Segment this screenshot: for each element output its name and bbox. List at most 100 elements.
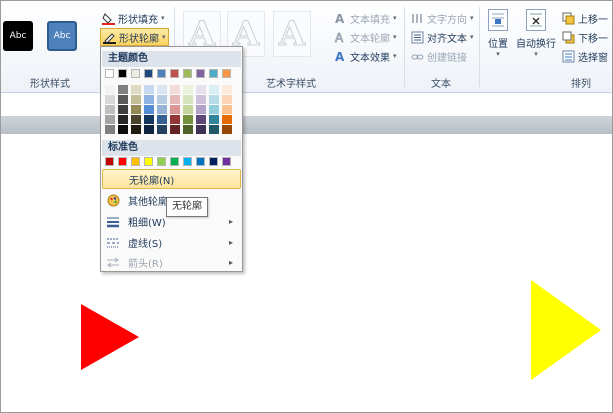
- yellow-triangle-shape[interactable]: [531, 280, 601, 380]
- wrap-text-button[interactable]: 自动换行 ▾: [516, 9, 556, 58]
- theme-shade-swatch[interactable]: [157, 115, 167, 124]
- theme-shade-swatch[interactable]: [209, 85, 219, 94]
- arrows-item[interactable]: 箭头(R) ▸: [102, 252, 241, 272]
- standard-color-swatch[interactable]: [183, 157, 192, 166]
- theme-shade-swatch[interactable]: [196, 115, 206, 124]
- theme-shade-swatch[interactable]: [144, 105, 154, 114]
- text-outline-icon: A: [334, 30, 347, 45]
- theme-shade-swatch[interactable]: [222, 85, 232, 94]
- red-triangle-shape[interactable]: [81, 304, 139, 370]
- theme-shade-swatch[interactable]: [157, 85, 167, 94]
- theme-shade-swatch[interactable]: [196, 105, 206, 114]
- theme-shade-swatch[interactable]: [157, 95, 167, 104]
- document-canvas[interactable]: [1, 134, 612, 412]
- theme-shade-swatch[interactable]: [170, 95, 180, 104]
- theme-shade-swatch[interactable]: [209, 115, 219, 124]
- theme-shade-swatch[interactable]: [209, 95, 219, 104]
- theme-shade-swatch[interactable]: [118, 125, 128, 134]
- align-text-button[interactable]: 对齐文本 ▾: [411, 28, 474, 46]
- theme-shade-swatch[interactable]: [144, 85, 154, 94]
- standard-color-swatch[interactable]: [209, 157, 218, 166]
- theme-shade-swatch[interactable]: [196, 85, 206, 94]
- wordart-styles-group-label: 艺术字样式: [266, 79, 316, 90]
- bring-forward-button[interactable]: 上移一: [562, 9, 608, 27]
- theme-shade-swatch[interactable]: [222, 95, 232, 104]
- theme-color-swatch[interactable]: [105, 69, 114, 78]
- text-direction-button[interactable]: 文字方向 ▾: [411, 9, 474, 27]
- theme-shade-swatch[interactable]: [144, 115, 154, 124]
- shape-style-blue[interactable]: Abc: [47, 21, 77, 51]
- standard-color-swatch[interactable]: [118, 157, 127, 166]
- selection-pane-button[interactable]: 选择窗: [562, 47, 608, 65]
- theme-shade-swatch[interactable]: [118, 85, 128, 94]
- dashes-item[interactable]: 虚线(S) ▸: [102, 232, 241, 252]
- standard-color-swatch[interactable]: [131, 157, 140, 166]
- theme-shade-swatch[interactable]: [131, 125, 141, 134]
- theme-shade-swatch[interactable]: [222, 105, 232, 114]
- theme-shade-swatch[interactable]: [105, 105, 115, 114]
- text-outline-button[interactable]: A 文本轮廓 ▾: [334, 28, 397, 46]
- theme-shade-swatch[interactable]: [118, 115, 128, 124]
- standard-color-swatch[interactable]: [144, 157, 153, 166]
- theme-shade-swatch[interactable]: [131, 85, 141, 94]
- chevron-down-icon: ▾: [496, 50, 500, 58]
- paint-bucket-icon: [102, 12, 115, 25]
- no-outline-item[interactable]: 无轮廓(N): [102, 169, 241, 189]
- theme-shade-swatch[interactable]: [222, 115, 232, 124]
- theme-color-swatch[interactable]: [209, 69, 218, 78]
- theme-shade-swatch[interactable]: [209, 125, 219, 134]
- create-link-button[interactable]: 创建链接: [411, 47, 467, 65]
- standard-color-swatch[interactable]: [170, 157, 179, 166]
- theme-shade-swatch[interactable]: [183, 85, 193, 94]
- send-backward-button[interactable]: 下移一: [562, 28, 608, 46]
- theme-shade-swatch[interactable]: [157, 125, 167, 134]
- wordart-style-3[interactable]: A: [273, 11, 311, 57]
- theme-color-swatch[interactable]: [183, 69, 192, 78]
- theme-shade-swatch[interactable]: [118, 105, 128, 114]
- text-fill-button[interactable]: A 文本填充 ▾: [334, 9, 397, 27]
- theme-shade-swatch[interactable]: [105, 125, 115, 134]
- theme-shade-swatch[interactable]: [183, 95, 193, 104]
- theme-shade-swatch[interactable]: [157, 105, 167, 114]
- theme-color-swatch[interactable]: [222, 69, 231, 78]
- position-button[interactable]: 位置 ▾: [484, 9, 512, 58]
- theme-shade-swatch[interactable]: [144, 125, 154, 134]
- theme-color-swatch[interactable]: [131, 69, 140, 78]
- theme-color-swatch[interactable]: [157, 69, 166, 78]
- theme-shade-swatch[interactable]: [183, 115, 193, 124]
- theme-shade-swatch[interactable]: [105, 85, 115, 94]
- chevron-down-icon: ▾: [393, 14, 397, 22]
- theme-shade-swatch[interactable]: [196, 125, 206, 134]
- theme-color-swatch[interactable]: [144, 69, 153, 78]
- shape-outline-button[interactable]: 形状轮廓 ▾: [100, 28, 169, 46]
- standard-color-swatch[interactable]: [105, 157, 114, 166]
- shape-fill-button[interactable]: 形状填充 ▾: [102, 9, 165, 27]
- theme-shade-swatch[interactable]: [144, 95, 154, 104]
- style-swatch-label: Abc: [9, 31, 27, 41]
- theme-shade-swatch[interactable]: [131, 105, 141, 114]
- theme-shade-swatch[interactable]: [170, 125, 180, 134]
- theme-shade-swatch[interactable]: [209, 105, 219, 114]
- theme-shade-swatch[interactable]: [105, 95, 115, 104]
- text-group-label: 文本: [431, 79, 451, 90]
- standard-color-swatch[interactable]: [196, 157, 205, 166]
- theme-color-swatch[interactable]: [118, 69, 127, 78]
- theme-color-swatch[interactable]: [170, 69, 179, 78]
- theme-shade-swatch[interactable]: [183, 105, 193, 114]
- theme-shade-swatch[interactable]: [170, 105, 180, 114]
- send-backward-icon: [562, 31, 575, 44]
- theme-shade-swatch[interactable]: [222, 125, 232, 134]
- theme-shade-swatch[interactable]: [118, 95, 128, 104]
- theme-shade-swatch[interactable]: [170, 115, 180, 124]
- standard-color-swatch[interactable]: [222, 157, 231, 166]
- theme-shade-swatch[interactable]: [170, 85, 180, 94]
- standard-color-swatch[interactable]: [157, 157, 166, 166]
- theme-shade-swatch[interactable]: [131, 95, 141, 104]
- text-effects-button[interactable]: A 文本效果 ▾: [334, 47, 397, 65]
- shape-style-black[interactable]: Abc: [3, 21, 33, 51]
- theme-shade-swatch[interactable]: [131, 115, 141, 124]
- theme-color-swatch[interactable]: [196, 69, 205, 78]
- theme-shade-swatch[interactable]: [196, 95, 206, 104]
- theme-shade-swatch[interactable]: [183, 125, 193, 134]
- theme-shade-swatch[interactable]: [105, 115, 115, 124]
